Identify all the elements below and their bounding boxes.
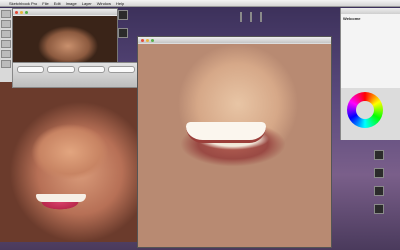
desktop-file-icon[interactable] bbox=[250, 12, 252, 22]
info-panel: Welcome bbox=[340, 8, 400, 88]
desktop-file-icon[interactable] bbox=[118, 28, 128, 38]
viewer-controls bbox=[12, 62, 140, 88]
menu-window[interactable]: Window bbox=[97, 1, 111, 6]
menu-bar: Sketchbook Pro File Edit Image Layer Win… bbox=[0, 0, 400, 7]
image-window-titlebar[interactable] bbox=[13, 9, 117, 15]
zoom-icon[interactable] bbox=[25, 10, 28, 14]
control-button-2[interactable] bbox=[47, 66, 75, 73]
desktop-file-icon[interactable] bbox=[374, 204, 384, 214]
desktop-icons-top bbox=[240, 12, 262, 22]
minimize-icon[interactable] bbox=[20, 10, 23, 14]
close-icon[interactable] bbox=[141, 38, 144, 42]
desktop-file-icon[interactable] bbox=[374, 150, 384, 160]
tool-select[interactable] bbox=[1, 40, 11, 48]
desktop-file-icon[interactable] bbox=[260, 12, 262, 22]
color-panel bbox=[340, 88, 400, 140]
desktop-icons-left bbox=[118, 10, 128, 38]
menu-image[interactable]: Image bbox=[66, 1, 77, 6]
desktop-file-icon[interactable] bbox=[374, 186, 384, 196]
painting-canvas[interactable] bbox=[138, 44, 331, 247]
zoom-icon[interactable] bbox=[151, 38, 154, 42]
photo-smile bbox=[36, 194, 86, 202]
color-wheel-icon[interactable] bbox=[347, 92, 383, 128]
control-button-1[interactable] bbox=[17, 66, 45, 73]
tool-eraser[interactable] bbox=[1, 30, 11, 38]
menu-help[interactable]: Help bbox=[116, 1, 124, 6]
desktop-file-icon[interactable] bbox=[374, 168, 384, 178]
painted-smile bbox=[186, 122, 266, 143]
desktop-file-icon[interactable] bbox=[240, 12, 242, 22]
painting-window-titlebar[interactable] bbox=[138, 37, 331, 43]
tool-fill[interactable] bbox=[1, 50, 11, 58]
control-button-3[interactable] bbox=[77, 66, 105, 73]
tool-color[interactable] bbox=[1, 60, 11, 68]
reference-photo bbox=[0, 82, 140, 242]
info-panel-title: Welcome bbox=[343, 16, 361, 21]
control-button-4[interactable] bbox=[107, 66, 135, 73]
menu-layer[interactable]: Layer bbox=[82, 1, 92, 6]
painting-window[interactable] bbox=[137, 36, 332, 248]
minimize-icon[interactable] bbox=[146, 38, 149, 42]
tool-pencil[interactable] bbox=[1, 20, 11, 28]
menu-file[interactable]: File bbox=[42, 1, 48, 6]
tool-brush[interactable] bbox=[1, 10, 11, 18]
desktop-icons-right bbox=[374, 150, 384, 214]
close-icon[interactable] bbox=[15, 10, 18, 14]
desktop-file-icon[interactable] bbox=[118, 10, 128, 20]
menu-edit[interactable]: Edit bbox=[54, 1, 61, 6]
menu-app[interactable]: Sketchbook Pro bbox=[9, 1, 37, 6]
